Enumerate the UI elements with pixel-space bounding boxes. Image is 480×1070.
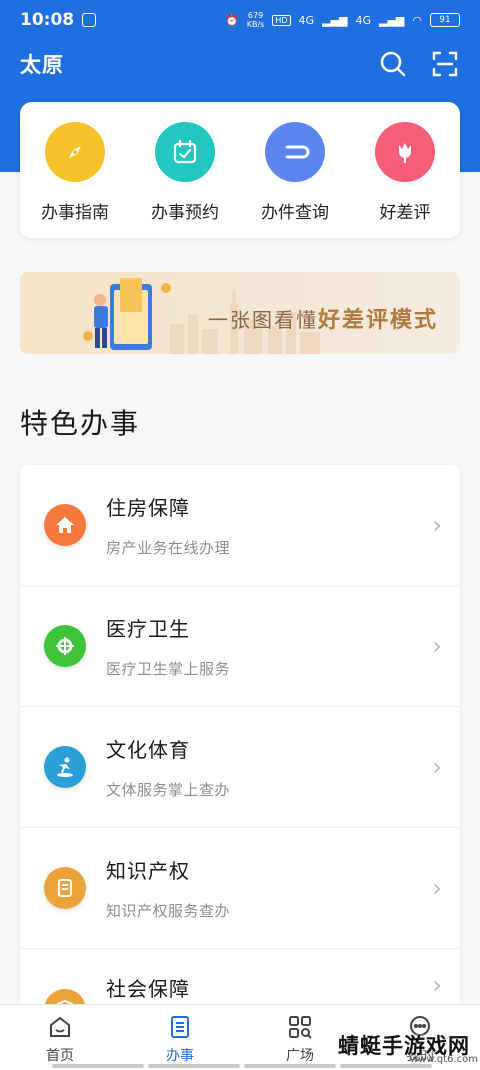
watermark-url: www.qt6.com: [410, 1054, 478, 1065]
app-bar: 太原: [0, 40, 480, 88]
signal-1: 4G: [298, 13, 315, 27]
quick-action-guide[interactable]: 办事指南: [20, 102, 130, 238]
service-subtitle: 知识产权服务查办: [106, 902, 231, 920]
network-speed-unit: KB/s: [246, 20, 265, 29]
scan-icon[interactable]: [430, 49, 460, 79]
signal-2: 4G: [355, 13, 371, 27]
status-right: ⏰ 679 KB/s HD 4G ▂▄▆ 4G ▂▄▆ ◠ 91: [225, 11, 460, 29]
wifi-icon: ◠: [412, 13, 422, 27]
service-text: 文化体育 文体服务掌上查办: [106, 734, 230, 800]
banner-text: 一张图看懂好差评模式: [208, 302, 438, 334]
service-subtitle: 文体服务掌上查办: [106, 781, 231, 799]
quick-action-review[interactable]: 好差评: [350, 102, 460, 238]
nav-tasks[interactable]: 办事: [120, 1005, 240, 1070]
alarm-icon: ⏰: [225, 13, 239, 27]
banner-text-highlight: 好差评模式: [317, 308, 438, 333]
nav-label: 办事: [166, 1048, 194, 1064]
quick-action-appointment[interactable]: 办事预约: [130, 102, 240, 238]
flower-icon: [375, 122, 435, 182]
service-item-culture-sports[interactable]: 文化体育 文体服务掌上查办 ›: [20, 707, 460, 828]
battery-icon: 91: [430, 13, 460, 27]
service-item-housing[interactable]: 住房保障 房产业务在线办理 ›: [20, 465, 460, 586]
banner-text-prefix: 一张图看懂: [207, 308, 318, 332]
battery-level: 91: [439, 15, 451, 25]
status-bar: 10:08 ⏰ 679 KB/s HD 4G ▂▄▆ 4G ▂▄▆ ◠ 91: [0, 0, 480, 40]
home-icon: [46, 1013, 74, 1041]
app-bar-actions: [378, 49, 460, 79]
section-title: 特色办事: [20, 407, 141, 440]
document-icon: [44, 867, 86, 909]
quick-action-label: 办事预约: [151, 203, 219, 223]
compass-icon: [45, 122, 105, 182]
service-title: 住房保障: [106, 496, 190, 520]
status-time: 10:08: [20, 10, 75, 30]
featured-services-list: 住房保障 房产业务在线办理 › 医疗卫生 医疗卫生掌上服务 › 文化体育 文体服…: [20, 465, 460, 1025]
quick-actions-card: 办事指南 办事预约 办件查询 好差评: [20, 102, 460, 238]
service-subtitle: 医疗卫生掌上服务: [106, 660, 231, 678]
service-text: 知识产权 知识产权服务查办: [106, 855, 230, 921]
sports-icon: [44, 746, 86, 788]
nav-label: 广场: [286, 1048, 314, 1064]
network-speed-value: 679: [247, 11, 264, 20]
nav-indicator: [52, 1064, 432, 1068]
signal-bars-icon: ▂▄▆: [322, 13, 348, 27]
chevron-right-icon: ›: [432, 753, 442, 781]
nav-home[interactable]: 首页: [0, 1005, 120, 1070]
service-item-ip[interactable]: 知识产权 知识产权服务查办 ›: [20, 828, 460, 949]
chevron-right-icon: ›: [432, 511, 442, 539]
promo-banner[interactable]: 一张图看懂好差评模式: [20, 272, 460, 354]
quick-action-label: 好差评: [379, 203, 431, 223]
service-text: 社会保障: [106, 973, 190, 1002]
search-list-icon: [265, 122, 325, 182]
service-title: 社会保障: [106, 977, 190, 1001]
quick-action-query[interactable]: 办件查询: [240, 102, 350, 238]
signal-bars-icon-2: ▂▄▆: [379, 13, 405, 27]
chevron-right-icon: ›: [432, 632, 442, 660]
nav-label: 首页: [46, 1048, 74, 1064]
review-illustration: [83, 278, 171, 350]
medical-icon: [44, 625, 86, 667]
calendar-check-icon: [155, 122, 215, 182]
quick-action-label: 办件查询: [261, 203, 329, 223]
hd-icon: HD: [272, 14, 291, 26]
service-text: 医疗卫生 医疗卫生掌上服务: [106, 613, 230, 679]
notification-icon: [82, 13, 97, 27]
status-left: 10:08: [20, 10, 97, 30]
network-speed: 679 KB/s: [247, 11, 265, 29]
chevron-right-icon: ›: [432, 971, 442, 999]
search-icon[interactable]: [378, 49, 408, 79]
chevron-right-icon: ›: [432, 874, 442, 902]
house-icon: [44, 504, 86, 546]
service-text: 住房保障 房产业务在线办理: [106, 492, 230, 558]
service-item-medical[interactable]: 医疗卫生 医疗卫生掌上服务 ›: [20, 586, 460, 707]
service-title: 文化体育: [106, 738, 190, 762]
service-title: 医疗卫生: [106, 617, 190, 641]
quick-action-label: 办事指南: [41, 203, 109, 223]
service-title: 知识产权: [106, 859, 190, 883]
grid-search-icon: [286, 1013, 314, 1041]
service-subtitle: 房产业务在线办理: [106, 539, 231, 557]
city-selector[interactable]: 太原: [20, 49, 64, 79]
tasks-icon: [166, 1013, 194, 1041]
